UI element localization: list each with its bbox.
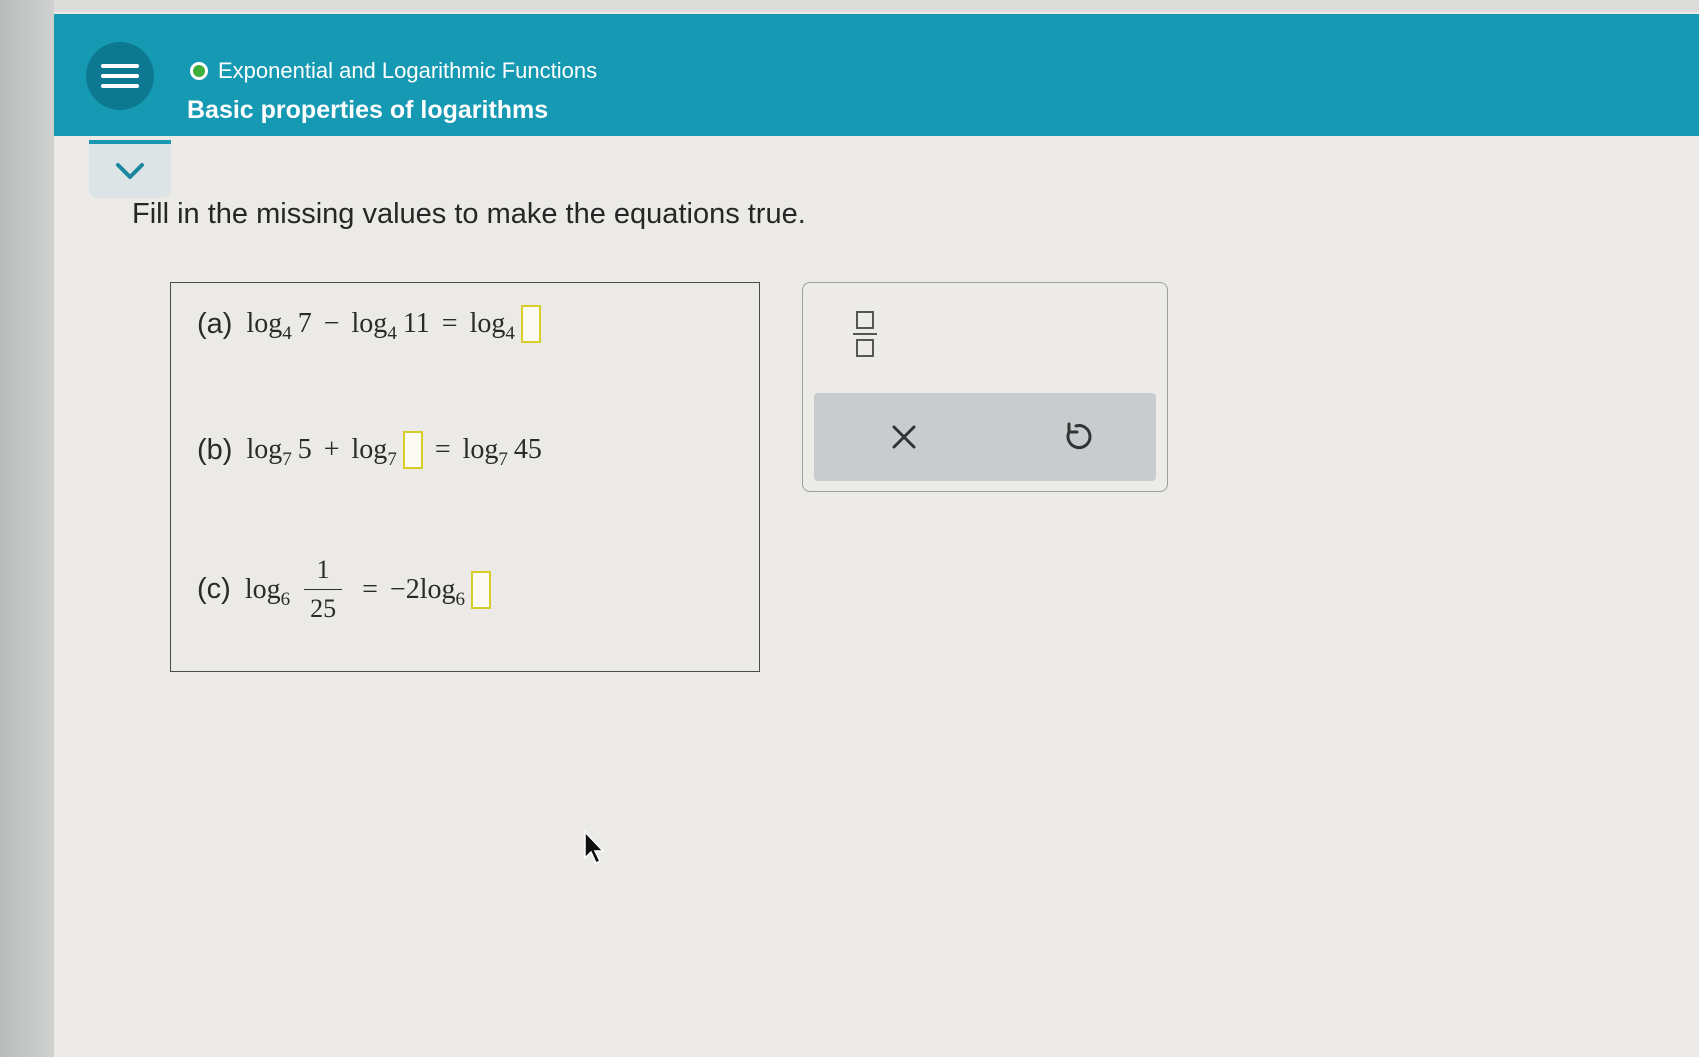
coefficient: −2 [389, 573, 420, 605]
fraction: 1 25 [304, 555, 343, 624]
base: 7 [498, 449, 508, 470]
base: 4 [505, 323, 515, 344]
log-text: log [246, 434, 283, 465]
close-icon [892, 425, 916, 449]
answer-input-a[interactable] [520, 305, 541, 343]
undo-icon [1066, 422, 1092, 450]
topic-row: Exponential and Logarithmic Functions [190, 58, 597, 84]
base: 4 [282, 323, 292, 344]
screen-left-bezel [0, 0, 54, 1057]
chevron-down-icon [116, 163, 144, 179]
equals-sign: = [362, 573, 378, 605]
screen-top-edge [0, 0, 1699, 12]
fraction-template-icon[interactable] [853, 311, 877, 357]
undo-button[interactable] [1056, 417, 1096, 457]
lesson-title: Basic properties of logarithms [187, 96, 549, 124]
operator: + [323, 434, 340, 465]
topic-header: Exponential and Logarithmic Functions Ba… [54, 14, 1699, 136]
operator: − [323, 308, 340, 339]
argument: 45 [513, 434, 542, 465]
denominator: 25 [304, 589, 343, 624]
numerator: 1 [316, 555, 330, 584]
tool-actions-bar [814, 393, 1156, 481]
log-text: log [419, 573, 456, 605]
log-text: log [244, 573, 281, 605]
label-b: (b) [197, 433, 233, 466]
problem-box: (a) log 4 7 − log 4 11 = log 4 (b) log 7 5 +… [170, 282, 760, 672]
log-text: log [351, 434, 388, 465]
base: 7 [282, 449, 292, 470]
argument: 5 [297, 434, 312, 465]
equation-c: (c) log 6 1 25 = −2 log 6 [197, 555, 491, 624]
menu-button[interactable] [86, 42, 154, 110]
answer-input-c[interactable] [470, 570, 491, 609]
base: 6 [280, 588, 291, 610]
clear-button[interactable] [884, 417, 924, 457]
log-text: log [469, 308, 506, 339]
mouse-pointer-icon [584, 830, 605, 865]
argument: 11 [402, 308, 430, 339]
hamburger-icon [101, 58, 139, 94]
equals-sign: = [441, 308, 458, 339]
instruction-text: Fill in the missing values to make the e… [132, 198, 806, 230]
progress-status-icon [190, 62, 208, 80]
label-c: (c) [197, 573, 231, 605]
collapse-toggle[interactable] [89, 140, 171, 198]
equation-b: (b) log 7 5 + log 7 = log 7 45 [197, 431, 542, 470]
equation-a: (a) log 4 7 − log 4 11 = log 4 [197, 305, 541, 344]
equals-sign: = [434, 434, 451, 465]
log-text: log [462, 434, 499, 465]
log-text: log [246, 308, 283, 339]
log-text: log [351, 308, 388, 339]
base: 4 [387, 323, 397, 344]
answer-input-b[interactable] [402, 431, 423, 469]
argument: 7 [297, 308, 312, 339]
topic-title: Exponential and Logarithmic Functions [218, 58, 598, 83]
base: 7 [387, 449, 397, 470]
base: 6 [455, 588, 465, 610]
label-a: (a) [197, 307, 233, 340]
math-tool-panel [802, 282, 1168, 492]
